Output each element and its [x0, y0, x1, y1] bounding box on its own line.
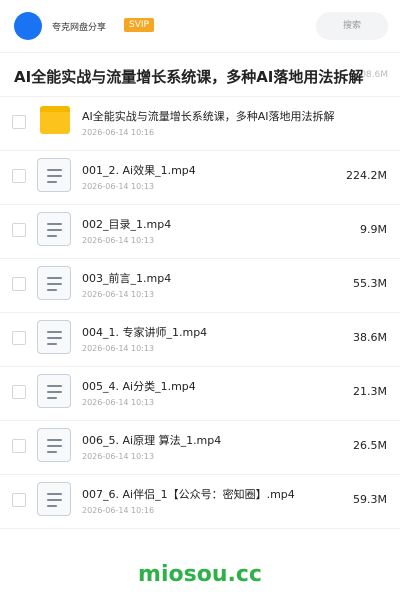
item-date: 2026-06-14 10:13 — [82, 452, 155, 461]
item-name: 003_前言_1.mp4 — [82, 272, 172, 285]
video-file-icon — [37, 482, 71, 516]
list-item[interactable]: 004_1. 专家讲师_1.mp4 2026-06-14 10:13 38.6M — [0, 312, 400, 367]
video-file-icon — [37, 428, 71, 462]
page-title: AI全能实战与流量增长系统课，多种AI落地用法拆解 — [14, 68, 364, 86]
list-item[interactable]: 006_5. Ai原理 算法_1.mp4 2026-06-14 10:13 26… — [0, 420, 400, 475]
row-checkbox[interactable] — [12, 331, 26, 345]
item-name: 007_6. Ai伴侣_1【公众号：密知圈】.mp4 — [82, 488, 295, 501]
item-name: AI全能实战与流量增长系统课，多种AI落地用法拆解 — [82, 110, 335, 123]
item-name: 005_4. Ai分类_1.mp4 — [82, 380, 196, 393]
list-item[interactable]: 005_4. Ai分类_1.mp4 2026-06-14 10:13 21.3M — [0, 366, 400, 421]
svip-badge: SVIP — [124, 18, 154, 32]
list-item[interactable]: 007_6. Ai伴侣_1【公众号：密知圈】.mp4 2026-06-14 10… — [0, 474, 400, 529]
folder-title-bar: 708.6M AI全能实战与流量增长系统课，多种AI落地用法拆解 — [0, 58, 400, 97]
item-date: 2026-06-14 10:13 — [82, 290, 155, 299]
list-item[interactable]: 001_2. Ai效果_1.mp4 2026-06-14 10:13 224.2… — [0, 150, 400, 205]
item-date: 2026-06-14 10:13 — [82, 344, 155, 353]
video-file-icon — [37, 374, 71, 408]
item-date: 2026-06-14 10:16 — [82, 128, 155, 137]
item-size: 9.9M — [360, 223, 387, 236]
list-item[interactable]: 002_目录_1.mp4 2026-06-14 10:13 9.9M — [0, 204, 400, 259]
row-checkbox[interactable] — [12, 115, 26, 129]
row-checkbox[interactable] — [12, 277, 26, 291]
row-checkbox[interactable] — [12, 493, 26, 507]
item-name: 001_2. Ai效果_1.mp4 — [82, 164, 196, 177]
item-name: 002_目录_1.mp4 — [82, 218, 172, 231]
item-size: 59.3M — [353, 493, 387, 506]
video-file-icon — [37, 266, 71, 300]
item-size: 55.3M — [353, 277, 387, 290]
item-size: 224.2M — [346, 169, 387, 182]
item-size: 26.5M — [353, 439, 387, 452]
video-file-icon — [37, 320, 71, 354]
row-checkbox[interactable] — [12, 169, 26, 183]
video-file-icon — [37, 212, 71, 246]
row-checkbox[interactable] — [12, 223, 26, 237]
video-file-icon — [37, 158, 71, 192]
item-date: 2026-06-14 10:16 — [82, 506, 155, 515]
item-size: 38.6M — [353, 331, 387, 344]
row-checkbox[interactable] — [12, 439, 26, 453]
avatar[interactable] — [14, 12, 42, 40]
folder-icon — [40, 106, 70, 134]
list-item[interactable]: 003_前言_1.mp4 2026-06-14 10:13 55.3M — [0, 258, 400, 313]
item-date: 2026-06-14 10:13 — [82, 236, 155, 245]
list-item-folder[interactable]: AI全能实战与流量增长系统课，多种AI落地用法拆解 2026-06-14 10:… — [0, 96, 400, 151]
item-date: 2026-06-14 10:13 — [82, 398, 155, 407]
watermark: miosou.cc — [138, 562, 262, 587]
row-checkbox[interactable] — [12, 385, 26, 399]
item-name: 004_1. 专家讲师_1.mp4 — [82, 326, 208, 339]
sharer-name: 夸克网盘分享 — [52, 23, 107, 33]
item-date: 2026-06-14 10:13 — [82, 182, 155, 191]
search-button[interactable]: 搜索 — [316, 12, 388, 40]
item-size: 21.3M — [353, 385, 387, 398]
item-name: 006_5. Ai原理 算法_1.mp4 — [82, 434, 222, 447]
share-header: 夸克网盘分享 SVIP 搜索 — [0, 0, 400, 53]
